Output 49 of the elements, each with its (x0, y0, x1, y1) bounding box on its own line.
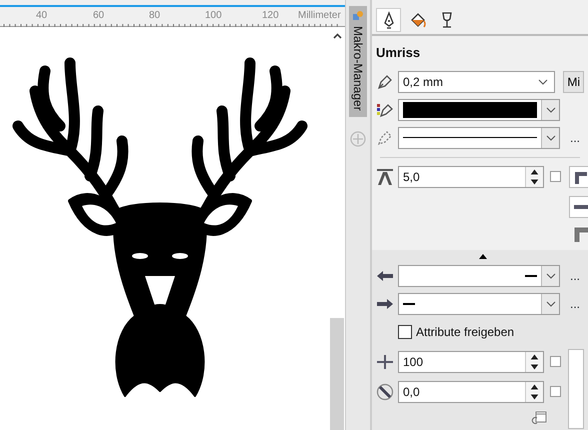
ruler-label: 60 (93, 9, 104, 23)
ruler-label: 80 (149, 9, 160, 23)
checkbox[interactable] (550, 171, 561, 182)
left-arrow-icon (376, 270, 394, 282)
scale-field[interactable]: 100 (398, 350, 544, 372)
checkbox[interactable] (550, 356, 561, 367)
chevron-down-icon (546, 300, 556, 306)
macro-icon (352, 10, 364, 22)
color-dropdown[interactable] (398, 98, 560, 120)
rotate-icon (376, 382, 394, 400)
start-arrow-dropdown[interactable] (398, 264, 560, 286)
ruler-label: 100 (205, 9, 222, 23)
dotted-pen-icon (376, 128, 394, 146)
ruler-label: 40 (36, 9, 48, 23)
checkbox[interactable] (550, 386, 561, 397)
checkbox[interactable] (398, 324, 412, 338)
width-dropdown[interactable]: 0,2 mm (398, 70, 556, 92)
line-cap-button[interactable] (569, 196, 588, 218)
angle-field[interactable]: 0,0 (398, 380, 544, 402)
chevron-down-icon (546, 272, 556, 278)
collapse-icon[interactable] (479, 254, 487, 258)
chevron-down-icon (546, 106, 556, 112)
right-arrow-icon (376, 298, 394, 310)
scroll-up-icon[interactable] (332, 33, 342, 39)
corner-join-icon (573, 170, 587, 184)
corner-join-button[interactable] (569, 166, 588, 188)
more-button[interactable]: ... (568, 270, 582, 282)
docker-tab[interactable]: Makro-Manager (349, 6, 367, 117)
scrollbar-thumb[interactable] (330, 318, 344, 430)
line-cap-icon (572, 202, 588, 210)
chevron-down-icon (546, 134, 556, 140)
unit-button[interactable]: Mi (563, 70, 584, 92)
section-title: Umriss (376, 44, 422, 62)
miter-limit-icon (376, 168, 394, 184)
pen-nib-tab[interactable] (376, 8, 401, 32)
end-arrow-dropdown[interactable] (398, 292, 560, 314)
more-button[interactable]: ... (568, 298, 582, 310)
miter-limit-field[interactable]: 5,0 (398, 166, 544, 188)
ruler-unit: Millimeter (298, 9, 341, 23)
paint-bucket-icon (408, 11, 426, 29)
chevron-down-icon (536, 78, 550, 86)
pen-icon (376, 72, 394, 90)
more-button[interactable]: ... (568, 132, 582, 144)
calligraphy-reset-icon[interactable] (531, 410, 547, 424)
checkbox-label: Attribute freigeben (416, 324, 514, 340)
line-style-dropdown[interactable] (398, 126, 560, 148)
ruler-label: 120 (262, 9, 279, 23)
corner-position-icon[interactable] (573, 226, 588, 242)
scale-icon (376, 352, 394, 370)
